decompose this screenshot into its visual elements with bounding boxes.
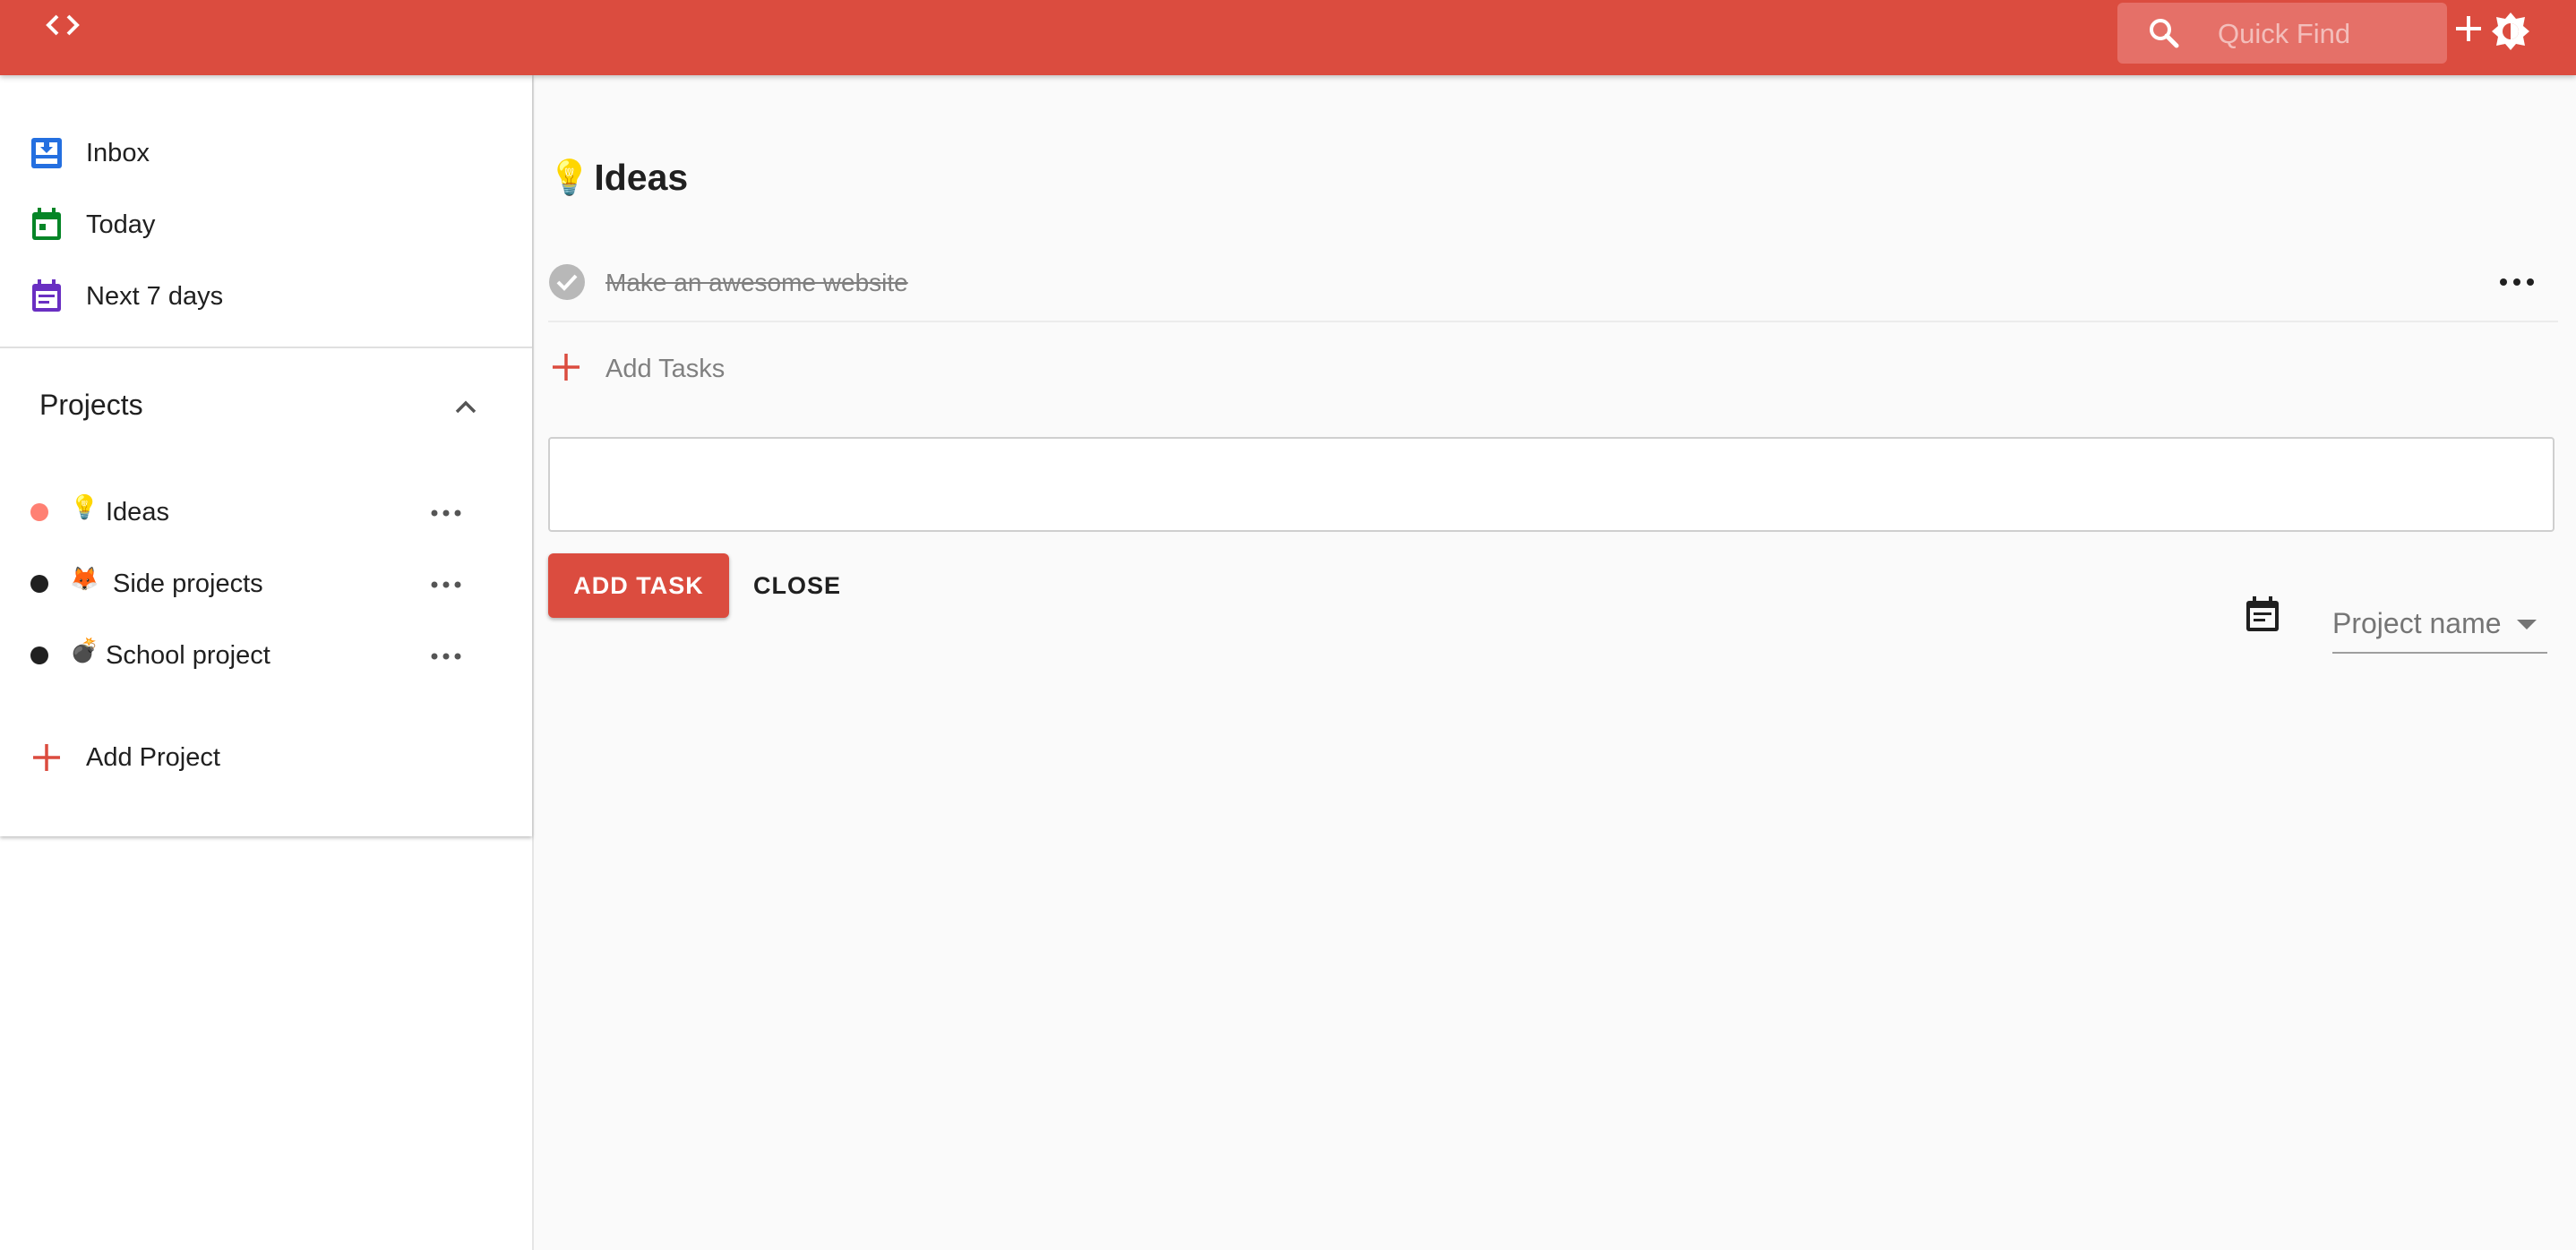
check-circle-icon[interactable] [548,263,586,301]
add-tasks-button[interactable]: Add Tasks [548,337,1086,399]
project-select-label: Project name [2332,607,2502,639]
chevron-up-icon[interactable] [450,390,482,423]
project-color-dot [30,503,48,521]
close-button[interactable]: CLOSE [742,553,853,618]
lightbulb-icon: 💡 [70,494,99,521]
calendar-week-icon [32,279,61,312]
calendar-icon[interactable] [2241,593,2284,636]
sidebar-item-label: Today [86,210,156,239]
project-select[interactable]: Project name [2332,595,2547,654]
project-item-side-projects[interactable]: 🦊 Side projects [0,553,532,616]
project-label: Side projects [113,569,263,598]
project-color-dot [30,646,48,664]
lightbulb-icon: 💡 [548,157,591,197]
project-item-school-project[interactable]: 💣 School project [0,625,532,688]
more-icon[interactable] [2495,269,2538,295]
task-text: Make an awesome website [605,269,908,296]
more-icon[interactable] [428,500,464,527]
add-tasks-label: Add Tasks [605,355,726,383]
plus-icon [553,354,580,381]
add-project-button[interactable]: Add Project [0,727,532,790]
main-content: 💡 Ideas Make an awesome website Add Task… [534,75,2576,1250]
inbox-icon [31,138,62,168]
project-item-ideas[interactable]: 💡 Ideas [0,482,532,544]
plus-icon [33,744,60,771]
top-bar [0,0,2576,75]
quick-find[interactable] [2117,3,2447,64]
fox-icon: 🦊 [70,566,99,593]
project-label: Ideas [106,498,169,527]
project-color-dot [30,575,48,593]
search-input[interactable] [2216,12,2434,56]
code-icon[interactable] [41,7,84,43]
task-row[interactable]: Make an awesome website [548,245,2558,322]
divider [0,347,532,348]
task-name-input[interactable] [548,437,2555,532]
sidebar: Inbox Today Next 7 days Projects 💡 Ideas… [0,75,534,1250]
search-icon [2150,19,2179,48]
projects-title: Projects [39,389,143,421]
page-title-text: Ideas [594,156,689,198]
sidebar-item-today[interactable]: Today [0,193,532,256]
sidebar-menu: Inbox Today Next 7 days Projects 💡 Ideas… [0,75,532,836]
add-task-button[interactable]: ADD TASK [548,553,729,618]
page-title: 💡 Ideas [548,152,688,202]
add-icon[interactable] [2452,13,2485,45]
bomb-icon: 💣 [70,638,99,664]
more-icon[interactable] [428,571,464,598]
sidebar-item-next-7-days[interactable]: Next 7 days [0,265,532,328]
caret-down-icon [2517,620,2537,629]
sidebar-item-inbox[interactable]: Inbox [0,122,532,184]
projects-header[interactable]: Projects [0,371,532,442]
calendar-today-icon [32,208,61,240]
sidebar-item-label: Next 7 days [86,281,224,311]
more-icon[interactable] [428,643,464,670]
project-label: School project [106,641,270,670]
add-project-label: Add Project [86,743,220,772]
sidebar-item-label: Inbox [86,138,150,167]
brightness-icon[interactable] [2490,11,2531,52]
